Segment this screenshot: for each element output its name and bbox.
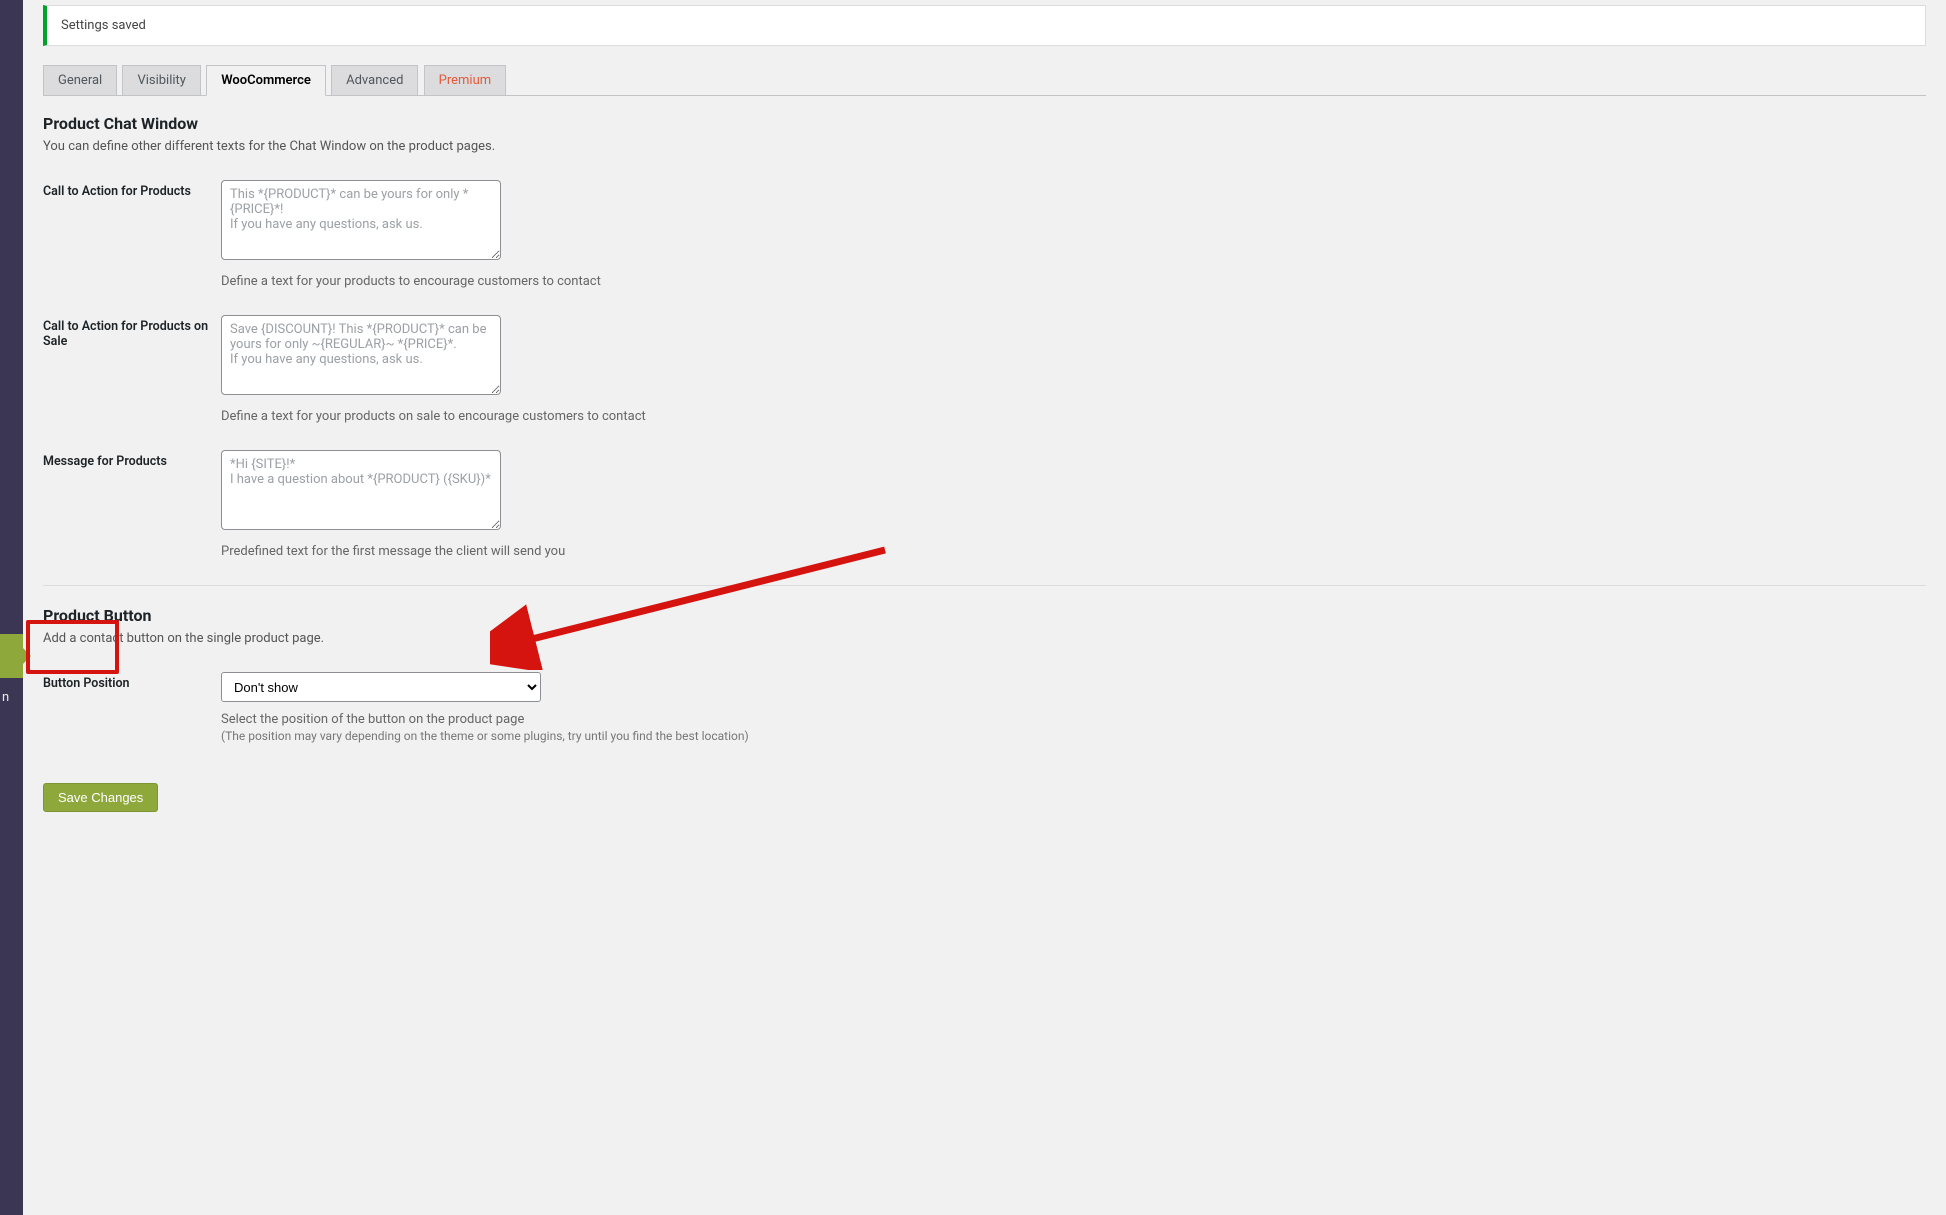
input-cta-products[interactable] [221, 180, 501, 260]
label-cta-sale: Call to Action for Products on Sale [43, 315, 221, 349]
help-sub-button-position: (The position may vary depending on the … [221, 729, 1926, 743]
label-msg-products: Message for Products [43, 450, 221, 469]
section-desc-product-button: Add a contact button on the single produ… [43, 631, 1926, 646]
tab-advanced[interactable]: Advanced [331, 65, 418, 95]
tab-woocommerce[interactable]: WooCommerce [206, 65, 326, 96]
section-desc-chat-window: You can define other different texts for… [43, 139, 1926, 154]
tab-general[interactable]: General [43, 65, 117, 95]
section-divider [43, 585, 1926, 586]
sidebar-fragment-text: n [2, 690, 9, 705]
section-title-chat-window: Product Chat Window [43, 114, 1926, 133]
help-button-position: Select the position of the button on the… [221, 712, 1926, 727]
label-cta-products: Call to Action for Products [43, 180, 221, 199]
settings-saved-notice: Settings saved [43, 5, 1926, 46]
save-changes-button[interactable]: Save Changes [43, 783, 158, 812]
help-cta-sale: Define a text for your products on sale … [221, 409, 1926, 424]
label-button-position: Button Position [43, 672, 221, 691]
help-msg-products: Predefined text for the first message th… [221, 544, 1926, 559]
admin-sidebar: n [0, 0, 23, 1215]
input-cta-sale[interactable] [221, 315, 501, 395]
notice-text: Settings saved [61, 18, 146, 33]
help-cta-products: Define a text for your products to encou… [221, 274, 1926, 289]
select-button-position[interactable]: Don't show [221, 672, 541, 702]
section-title-product-button: Product Button [43, 606, 1926, 625]
tab-visibility[interactable]: Visibility [122, 65, 201, 95]
settings-tabs: General Visibility WooCommerce Advanced … [43, 64, 1926, 96]
sidebar-active-indicator [0, 634, 23, 678]
input-msg-products[interactable] [221, 450, 501, 530]
tab-premium[interactable]: Premium [424, 65, 507, 95]
